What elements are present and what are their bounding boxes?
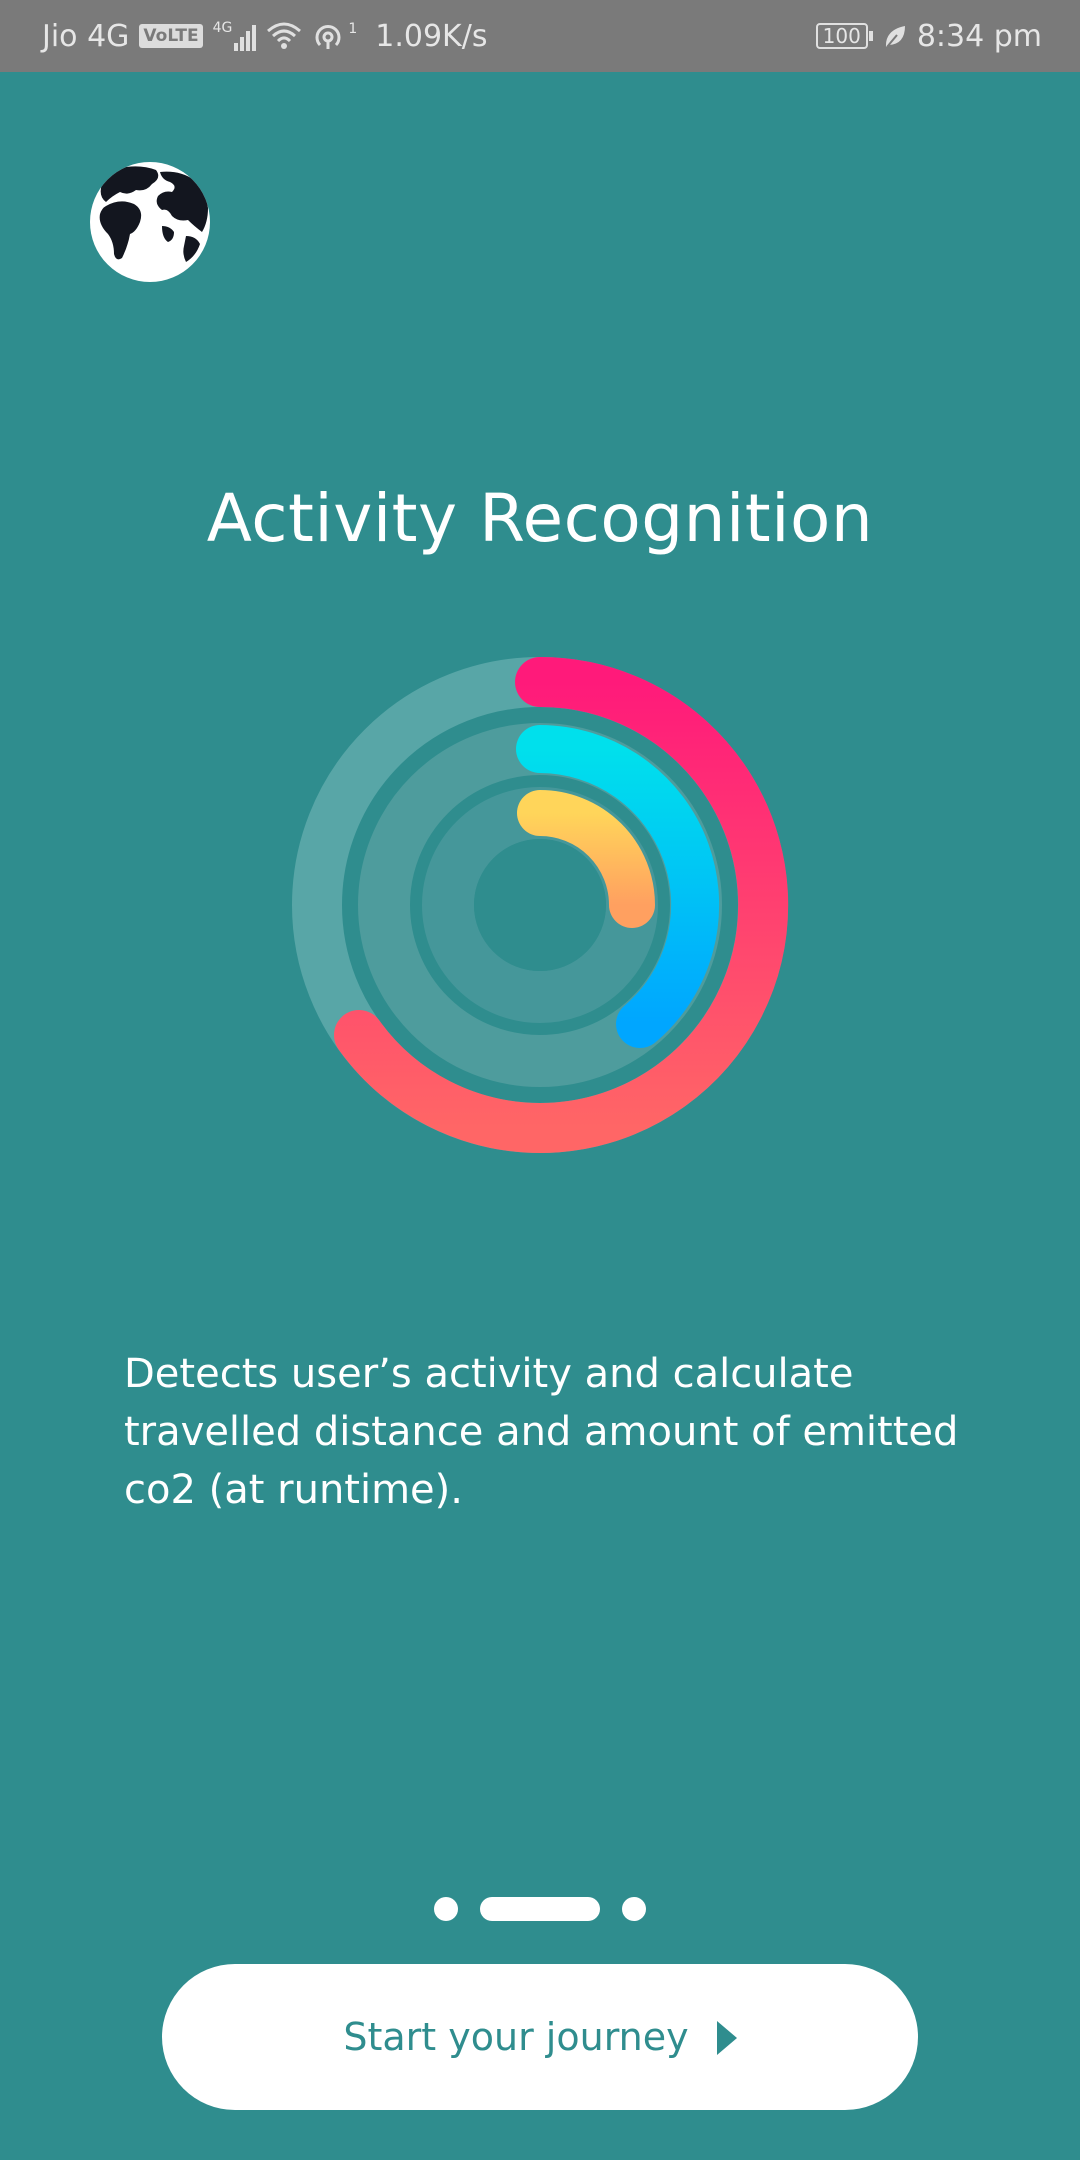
hotspot-count: 1 (348, 21, 358, 37)
carrier-label: Jio 4G (42, 18, 130, 54)
page-dot-1[interactable] (434, 1897, 458, 1921)
onboarding-screen: Jio 4G VoLTE 4G 1 1.09K/s 100 8:34 pm Ac… (0, 0, 1080, 2160)
onboarding-description: Detects user’s activity and calculate tr… (124, 1351, 959, 1513)
network-type-label: 4G (212, 20, 233, 36)
play-arrow-icon (716, 2021, 737, 2055)
activity-rings-icon (285, 650, 795, 1160)
page-indicator (0, 1897, 1080, 1921)
volte-badge: VoLTE (139, 24, 203, 48)
ring-center (474, 839, 606, 971)
status-left: Jio 4G VoLTE 4G 1 1.09K/s (42, 0, 487, 72)
start-journey-label: Start your journey (343, 2015, 689, 2059)
page-title: Activity Recognition (206, 480, 874, 557)
page-dot-3[interactable] (622, 1897, 646, 1921)
hotspot-icon: 1 (312, 21, 357, 51)
network-speed: 1.09K/s (375, 18, 488, 54)
leaf-icon (883, 23, 907, 49)
signal-icon: 4G (213, 21, 257, 51)
start-journey-button[interactable]: Start your journey (162, 1964, 918, 2110)
page-dot-2-active[interactable] (480, 1897, 600, 1921)
globe-icon (90, 162, 210, 282)
wifi-icon (266, 21, 302, 51)
status-bar: Jio 4G VoLTE 4G 1 1.09K/s 100 8:34 pm (0, 0, 1080, 72)
battery-level: 100 (815, 23, 868, 49)
status-right: 100 8:34 pm (815, 0, 1042, 72)
battery-icon: 100 (815, 23, 873, 49)
clock: 8:34 pm (916, 18, 1042, 54)
